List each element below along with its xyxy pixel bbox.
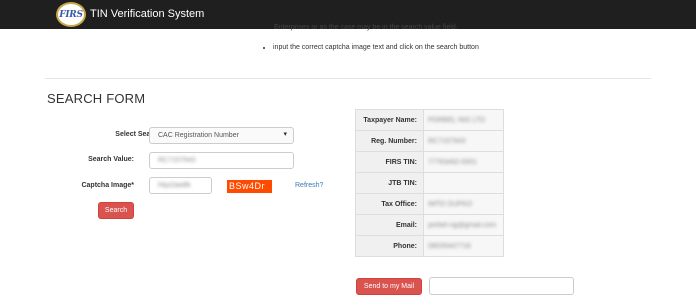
row-label: JTB TIN: xyxy=(355,172,424,194)
instruction-item: input the correct captcha image text and… xyxy=(273,43,483,53)
table-row: FIRS TIN: 77763492-0001 xyxy=(355,151,504,173)
captcha-image: BSw4Dr xyxy=(227,180,272,193)
table-row: Email: porbel.ng@gmail.com xyxy=(355,214,504,236)
app-title: TIN Verification System xyxy=(90,8,205,20)
search-button[interactable]: Search xyxy=(98,202,134,219)
row-label: Reg. Number: xyxy=(355,130,424,152)
refresh-captcha-link[interactable]: Refresh? xyxy=(295,182,323,189)
row-label: Tax Office: xyxy=(355,193,424,215)
row-label: FIRS TIN: xyxy=(355,151,424,173)
instruction-list: input the correct captcha image text and… xyxy=(263,43,483,53)
result-table: Taxpayer Name: PORBEL NIG LTD Reg. Number… xyxy=(355,109,504,257)
table-row: Reg. Number: RC7157943 xyxy=(355,130,504,152)
table-row: Phone: 08035447716 xyxy=(355,235,504,257)
instruction-continued-text: Enterprises or as the case may be in the… xyxy=(274,24,458,31)
send-to-mail-button[interactable]: Send to my Mail xyxy=(356,278,422,295)
row-value: 77763492-0001 xyxy=(428,158,478,166)
captcha-input-text: Hqx2aw8k xyxy=(158,182,191,189)
email-field[interactable] xyxy=(429,277,574,295)
table-row: Tax Office: IMTO DUPKO xyxy=(355,193,504,215)
firs-logo: FIRS xyxy=(56,2,86,27)
form-title: SEARCH FORM xyxy=(47,91,146,106)
search-value-label: Search Value: xyxy=(88,156,134,163)
row-value: porbel.ng@gmail.com xyxy=(428,221,497,229)
chevron-down-icon: ▾ xyxy=(283,131,287,138)
row-value: 08035447716 xyxy=(428,242,471,250)
captcha-label: Captcha Image* xyxy=(81,182,134,189)
section-divider xyxy=(45,78,651,79)
table-row: JTB TIN: xyxy=(355,172,504,194)
captcha-input[interactable]: Hqx2aw8k xyxy=(149,177,212,194)
row-value: RC7157943 xyxy=(428,137,466,145)
firs-logo-text: FIRS xyxy=(59,9,83,20)
search-value-text: RC7157943 xyxy=(158,157,196,164)
criteria-selected-value: CAC Registration Number xyxy=(158,132,239,139)
search-value-input[interactable]: RC7157943 xyxy=(149,152,294,169)
row-value: PORBEL NIG LTD xyxy=(428,116,486,124)
row-label: Email: xyxy=(355,214,424,236)
table-row: Taxpayer Name: PORBEL NIG LTD xyxy=(355,109,504,131)
row-label: Phone: xyxy=(355,235,424,257)
row-value: IMTO DUPKO xyxy=(428,200,473,208)
criteria-select[interactable]: CAC Registration Number ▾ xyxy=(149,127,294,144)
row-label: Taxpayer Name: xyxy=(355,109,424,131)
